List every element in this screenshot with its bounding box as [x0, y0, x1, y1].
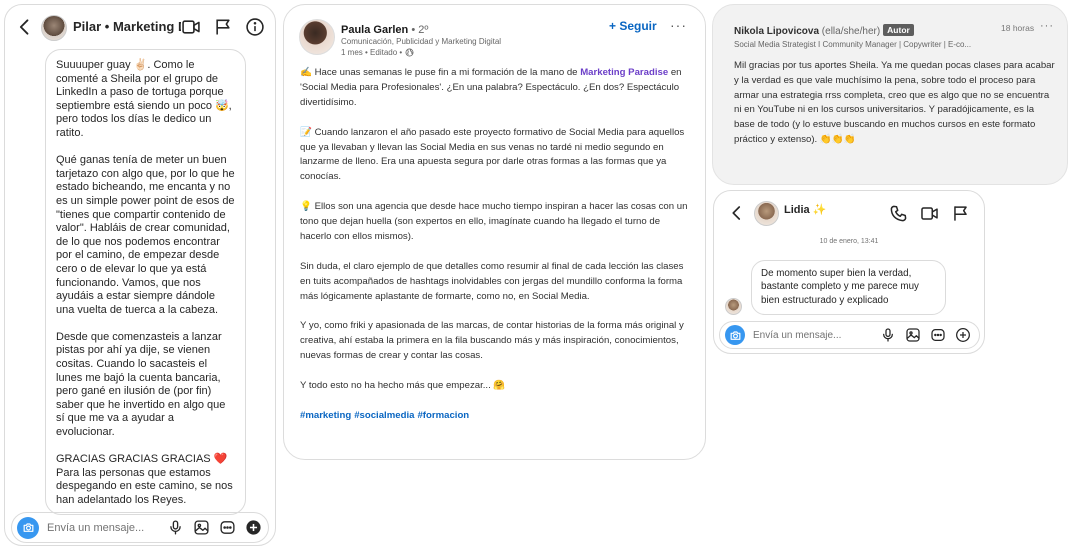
post-paragraph: ✍️ Hace unas semanas le puse fin a mi fo…: [300, 66, 693, 111]
post-paragraph: Sin duda, el claro ejemplo de que detall…: [300, 260, 684, 302]
message-input[interactable]: [753, 329, 863, 341]
phone-call-icon[interactable]: [889, 204, 908, 223]
back-arrow-icon[interactable]: [15, 17, 35, 37]
back-arrow-icon[interactable]: [728, 204, 746, 222]
message-paragraph: Qué ganas tenía de meter un buen tarjeta…: [56, 154, 238, 316]
camera-button[interactable]: [17, 516, 39, 539]
flag-icon[interactable]: [213, 17, 233, 37]
message-paragraph: GRACIAS GRACIAS GRACIAS ❤️ Para las pers…: [56, 453, 233, 506]
add-circle-icon[interactable]: [245, 519, 262, 536]
message-date: 10 de enero, 13:41: [819, 238, 879, 245]
comment-author[interactable]: Nikola Lipovicova (ella/she/her) Autor: [734, 24, 914, 37]
received-message-bubble: De momento super bien la verdad, bastant…: [751, 260, 946, 315]
message-composer: [11, 512, 269, 543]
author-badge: Autor: [883, 24, 914, 36]
globe-icon: [405, 48, 414, 57]
hashtag-link[interactable]: #formacion: [417, 410, 469, 421]
author-name[interactable]: Paula Garlen • 2º: [341, 24, 428, 36]
contact-name-text[interactable]: Lidia: [784, 204, 810, 216]
sticker-icon[interactable]: [219, 519, 236, 536]
post-text: ✍️ Hace unas semanas le puse fin a mi fo…: [300, 67, 581, 78]
message-composer: [719, 321, 980, 349]
author-avatar[interactable]: [299, 19, 335, 55]
more-options-icon[interactable]: ···: [670, 17, 687, 33]
sticker-icon[interactable]: [930, 327, 946, 343]
follow-button[interactable]: + Seguir: [609, 19, 657, 33]
mention-link[interactable]: Marketing Paradise: [580, 67, 668, 78]
contact-name[interactable]: Pilar • Marketing D...: [73, 19, 181, 34]
post-paragraph: 📝 Cuando lanzaron el año pasado este pro…: [300, 126, 685, 183]
contact-name[interactable]: Lidia ✨: [784, 203, 826, 216]
received-message-bubble: Suuuuper guay ✌🏻. Como le comenté a Shei…: [45, 49, 246, 515]
post-paragraph: Y todo esto no ha hecho más que empezar.…: [300, 379, 506, 391]
linkedin-comment: Nikola Lipovicova (ella/she/her) Autor 18…: [712, 4, 1068, 185]
pronouns: (ella/she/her): [819, 26, 881, 37]
gallery-icon[interactable]: [193, 519, 210, 536]
comment-author-name[interactable]: Nikola Lipovicova: [734, 26, 819, 37]
camera-button[interactable]: [725, 325, 745, 345]
avatar[interactable]: [41, 15, 67, 41]
hashtag-link[interactable]: #socialmedia: [354, 410, 414, 421]
microphone-icon[interactable]: [880, 327, 896, 343]
post-body: ✍️ Hace unas semanas le puse fin a mi fo…: [300, 66, 693, 439]
comment-text: Mil gracias por tus aportes Sheila. Ya m…: [734, 60, 1055, 145]
post-paragraph: Y yo, como friki y apasionada de las mar…: [300, 320, 684, 362]
message-paragraph: Suuuuper guay ✌🏻. Como le comenté a Shei…: [56, 59, 235, 139]
flag-icon[interactable]: [951, 204, 970, 223]
connection-degree: • 2º: [408, 24, 429, 36]
author-headline: Comunicación, Publicidad y Marketing Dig…: [341, 37, 502, 46]
add-circle-outline-icon[interactable]: [955, 327, 971, 343]
avatar[interactable]: [754, 201, 779, 226]
chat-header: Pilar • Marketing D...: [5, 5, 275, 49]
camera-icon: [23, 523, 33, 532]
camera-icon: [730, 330, 740, 340]
info-icon[interactable]: [245, 17, 265, 37]
instagram-chat-lidia: Lidia ✨ 10 de enero, 13:41 De momento su…: [713, 190, 985, 354]
video-call-icon[interactable]: [920, 204, 939, 223]
comment-timestamp: 18 horas: [1001, 23, 1035, 33]
sender-avatar: [725, 298, 742, 315]
comment-author-headline: Social Media Strategist I Community Mana…: [734, 40, 972, 49]
comment-more-icon[interactable]: ···: [1040, 20, 1054, 32]
gallery-icon[interactable]: [905, 327, 921, 343]
sparkle-emoji: ✨: [809, 204, 827, 216]
post-paragraph: 💡 Ellos son una agencia que desde hace m…: [300, 201, 688, 242]
post-meta: 1 mes • Editado •: [341, 48, 414, 57]
linkedin-post: Paula Garlen • 2º Comunicación, Publicid…: [283, 4, 706, 460]
microphone-icon[interactable]: [167, 519, 184, 536]
message-paragraph: Desde que comenzasteis a lanzar pistas p…: [56, 330, 229, 439]
hashtag-link[interactable]: #marketing: [300, 410, 351, 421]
video-call-icon[interactable]: [181, 17, 201, 37]
post-meta-text: 1 mes • Editado •: [341, 48, 403, 57]
hashtags: #marketing #socialmedia #formacion: [300, 409, 693, 424]
message-input[interactable]: [47, 521, 167, 534]
instagram-chat-pilar: Pilar • Marketing D... Suuuuper guay ✌🏻.…: [4, 4, 276, 546]
author-name-text[interactable]: Paula Garlen: [341, 24, 408, 36]
